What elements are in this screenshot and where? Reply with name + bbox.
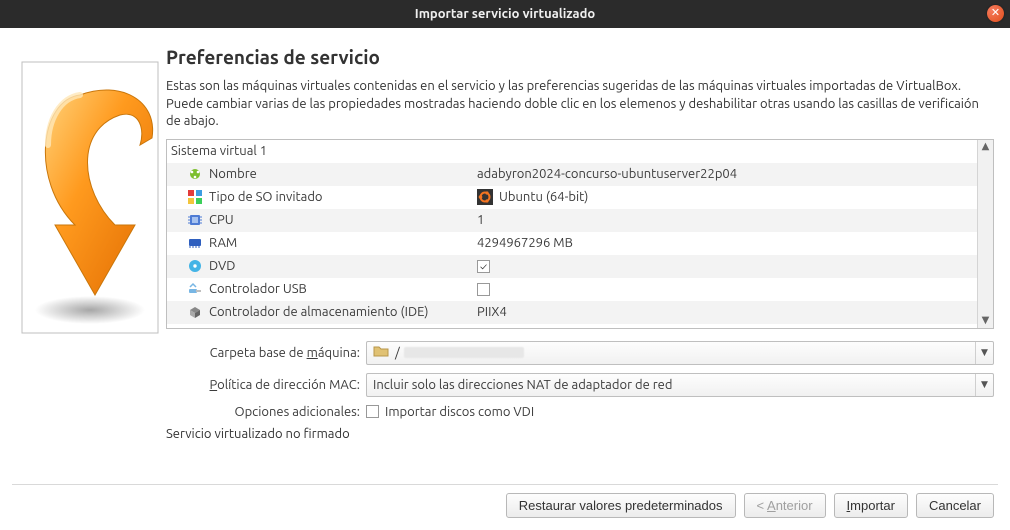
import-arrow-icon (20, 60, 160, 335)
storage-controller-icon (187, 304, 203, 320)
row-ide[interactable]: Controlador de almacenamiento (IDE) PIIX… (167, 301, 977, 324)
usb-icon (187, 281, 203, 297)
row-usb[interactable]: Controlador USB (167, 278, 977, 301)
ram-icon (187, 235, 203, 251)
ubuntu-icon (477, 189, 493, 205)
titlebar: Importar servicio virtualizado ✕ (0, 0, 1010, 28)
row-cpu-label: CPU (209, 213, 234, 227)
row-usb-label: Controlador USB (209, 282, 307, 296)
row-cpu[interactable]: CPU 1 (167, 209, 977, 232)
dialog-content: Preferencias de servicio Estas son las m… (0, 28, 1010, 530)
window-title: Importar servicio virtualizado (415, 7, 595, 21)
base-folder-combo[interactable]: / ▼ (366, 341, 994, 365)
mac-policy-label: Política de dirección MAC: (166, 378, 366, 392)
dvd-icon (187, 258, 203, 274)
system-group-row[interactable]: Sistema virtual 1 (167, 140, 977, 163)
row-ide-value: PIIX4 (477, 305, 507, 319)
row-name-value: adabyron2024-concurso-ubuntuserver22p04 (477, 167, 737, 181)
row-ostype-value: Ubuntu (64-bit) (499, 190, 588, 204)
cpu-icon (187, 212, 203, 228)
close-icon[interactable]: ✕ (987, 5, 1004, 22)
appliance-settings-table: Sistema virtual 1 Nombre adabyron2024-co… (166, 139, 994, 329)
import-vdi-checkbox[interactable] (366, 405, 379, 418)
page-description: Estas son las máquinas virtuales conteni… (166, 78, 994, 131)
import-button[interactable]: Importar (834, 493, 908, 518)
row-ostype[interactable]: Tipo de SO invitado Ubuntu (64-bit) (167, 186, 977, 209)
row-ram-label: RAM (209, 236, 237, 250)
wizard-art (16, 40, 166, 478)
chevron-down-icon[interactable]: ▼ (975, 342, 993, 364)
base-folder-value-redacted (404, 347, 524, 358)
row-dvd-label: DVD (209, 259, 235, 273)
restore-defaults-button[interactable]: Restaurar valores predeterminados (506, 493, 736, 518)
extra-options-label: Opciones adicionales: (166, 405, 366, 419)
dvd-checkbox[interactable]: ✓ (477, 260, 490, 273)
row-name-label: Nombre (209, 167, 257, 181)
mac-policy-combo[interactable]: Incluir solo las direcciones NAT de adap… (366, 373, 994, 397)
button-bar: Restaurar valores predeterminados < Ante… (16, 493, 994, 530)
row-cpu-value: 1 (477, 213, 484, 227)
row-ram[interactable]: RAM 4294967296 MB (167, 232, 977, 255)
usb-checkbox[interactable] (477, 283, 490, 296)
cancel-button[interactable]: Cancelar (916, 493, 994, 518)
mac-policy-value: Incluir solo las direcciones NAT de adap… (373, 378, 672, 392)
scroll-down-icon[interactable]: ▼ (978, 314, 993, 328)
row-dvd[interactable]: DVD ✓ (167, 255, 977, 278)
import-vdi-label: Importar discos como VDI (385, 405, 534, 419)
folder-icon (373, 344, 389, 361)
signature-status: Servicio virtualizado no firmado (166, 427, 994, 441)
name-icon (187, 166, 203, 182)
os-icon (187, 189, 203, 205)
row-ostype-label: Tipo de SO invitado (209, 190, 323, 204)
table-scrollbar[interactable]: ▲ ▼ (977, 140, 993, 328)
separator (12, 484, 998, 485)
base-folder-value-prefix: / (395, 346, 400, 360)
row-ide-label: Controlador de almacenamiento (IDE) (209, 305, 429, 319)
page-title: Preferencias de servicio (166, 46, 994, 68)
scroll-up-icon[interactable]: ▲ (978, 140, 993, 154)
base-folder-label: Carpeta base de máquina: (166, 346, 366, 360)
chevron-down-icon[interactable]: ▼ (975, 374, 993, 396)
previous-button: < Anterior (744, 493, 826, 518)
row-ram-value: 4294967296 MB (477, 236, 573, 250)
row-name[interactable]: Nombre adabyron2024-concurso-ubuntuserve… (167, 163, 977, 186)
system-group-label: Sistema virtual 1 (171, 144, 267, 158)
